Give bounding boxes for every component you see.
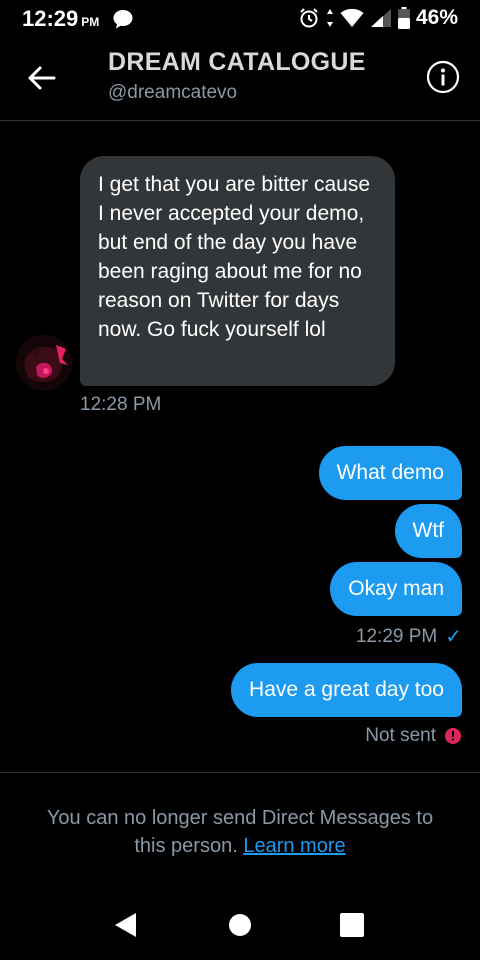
battery-icon [397,7,410,29]
info-icon[interactable] [426,60,460,94]
outgoing-message-bubble[interactable]: What demo [318,446,462,500]
avatar[interactable] [16,335,72,391]
divider [0,772,480,773]
conversation-handle[interactable]: @dreamcatevo [108,82,237,104]
message-status-row: 12:29 PM ✓ [356,624,462,649]
message-bubble-icon [113,10,133,29]
message-status-row: Not sent [365,725,462,747]
data-arrows-icon [326,9,333,27]
outgoing-message-bubble[interactable]: Have a great day too [231,663,462,717]
message-timestamp: 12:28 PM [80,394,162,415]
outgoing-message-bubble[interactable]: Wtf [394,504,462,558]
status-time-value: 12:29 [22,6,79,31]
conversation-header: DREAM CATALOGUE @dreamcatevo [0,38,480,121]
incoming-message-bubble[interactable]: I get that you are bitter cause I never … [80,156,395,386]
message-timestamp: 12:29 PM [355,625,438,647]
circle-home-icon[interactable] [226,911,254,939]
learn-more-link[interactable]: Learn more [243,835,345,857]
conversation-title[interactable]: DREAM CATALOGUE [108,48,366,77]
dm-disabled-notice: You can no longer send Direct Messages t… [30,804,450,860]
error-icon[interactable] [444,727,462,745]
arrow-left-icon[interactable] [26,62,58,94]
square-recents-icon[interactable] [338,911,366,939]
checkmark-icon: ✓ [445,626,462,648]
alarm-icon [300,8,318,28]
battery-percent: 46% [415,6,458,29]
status-icons: 46% [298,6,458,30]
avatar-image [16,335,72,391]
status-ampm: PM [81,15,100,29]
not-sent-label: Not sent [365,725,436,746]
signal-icon [370,9,391,27]
wifi-icon [340,8,364,27]
status-time: 12:29 PM [22,6,99,32]
navigation-bar [0,890,480,960]
triangle-back-icon[interactable] [112,911,140,939]
outgoing-message-bubble[interactable]: Okay man [330,562,462,616]
status-bar: 12:29 PM 46% [0,0,480,38]
notice-text: You can no longer send Direct Messages t… [46,807,434,857]
